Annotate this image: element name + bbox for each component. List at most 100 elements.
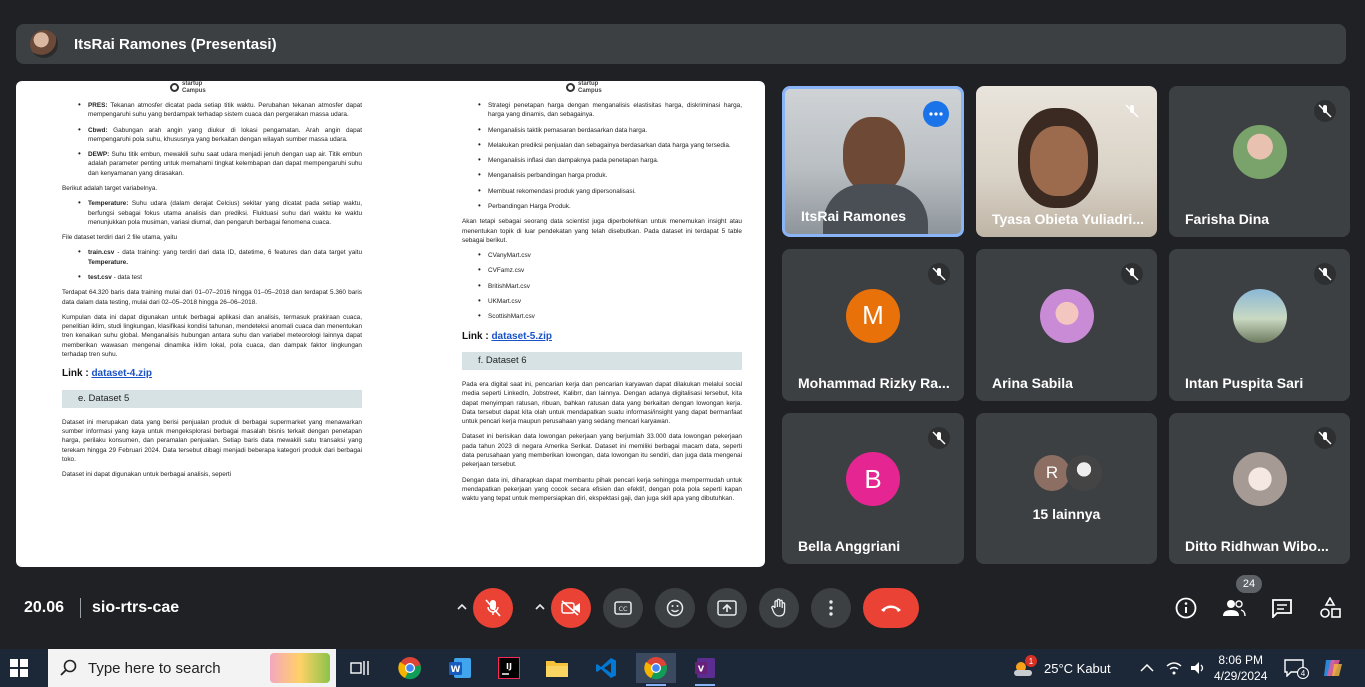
- participant-avatar: [1232, 125, 1287, 180]
- presentation-view[interactable]: startupCampus PRES: Tekanan atmosfer dic…: [16, 81, 765, 567]
- more-options-button[interactable]: [811, 588, 851, 628]
- participant-name: Intan Puspita Sari: [1185, 375, 1304, 391]
- mic-off-icon: [1121, 263, 1143, 285]
- svg-text:IJ: IJ: [506, 662, 512, 671]
- weather-widget[interactable]: 1 25°C Kabut: [1012, 649, 1111, 687]
- participant-tile[interactable]: M Mohammad Rizky Ra...: [782, 249, 964, 401]
- vscode-icon[interactable]: [586, 653, 626, 683]
- network-icon[interactable]: [1166, 649, 1182, 687]
- leave-call-button[interactable]: [863, 588, 919, 628]
- participant-tile[interactable]: Tyasa Obieta Yuliadri...: [976, 86, 1157, 237]
- dataset-4-link[interactable]: dataset-4.zip: [91, 368, 152, 379]
- paragraph: Dataset ini merupakan data yang berisi p…: [62, 418, 362, 463]
- meeting-details-button[interactable]: [1174, 596, 1198, 620]
- participant-count-badge: 24: [1236, 575, 1262, 593]
- participant-avatar: [1039, 288, 1094, 343]
- visual-studio-icon[interactable]: V: [685, 653, 725, 686]
- presenter-bar: ItsRai Ramones (Presentasi): [16, 24, 1346, 64]
- mic-off-icon: [1314, 263, 1336, 285]
- participant-avatar: [1232, 288, 1287, 343]
- people-button[interactable]: [1222, 596, 1246, 620]
- mic-off-icon: [485, 599, 501, 617]
- participant-avatar: [1232, 452, 1287, 507]
- paragraph: Dataset ini berisikan data lowongan peke…: [462, 433, 742, 469]
- activities-button[interactable]: [1318, 596, 1342, 620]
- search-highlight-image: [270, 653, 330, 683]
- people-icon: [1223, 600, 1246, 617]
- more-vert-icon: [829, 600, 833, 616]
- participant-name: Arina Sabila: [992, 375, 1073, 391]
- participant-name: Farisha Dina: [1185, 211, 1270, 227]
- list-item: Menganalisis inflasi dan dampaknya pada …: [462, 156, 742, 165]
- svg-text:CC: CC: [618, 605, 628, 613]
- svg-text:W: W: [451, 665, 461, 675]
- search-icon: [60, 659, 77, 676]
- dataset-link: Link : dataset-4.zip: [62, 368, 153, 380]
- copilot-icon[interactable]: [1322, 649, 1344, 687]
- participant-tile[interactable]: Farisha Dina: [1169, 86, 1350, 237]
- list-item: Temperature: Suhu udara (dalam derajat C…: [62, 199, 362, 227]
- weather-badge: 1: [1025, 655, 1037, 667]
- participant-name: Mohammad Rizky Ra...: [798, 375, 950, 391]
- mic-off-icon: [928, 263, 950, 285]
- camera-toggle-button[interactable]: [551, 588, 591, 628]
- chevron-up-icon[interactable]: [533, 600, 547, 614]
- meeting-code: sio-rtrs-cae: [92, 599, 180, 616]
- paragraph: Kumpulan data ini dapat digunakan untuk …: [62, 313, 362, 358]
- weather-text: 25°C Kabut: [1044, 660, 1111, 676]
- dataset-5-link[interactable]: dataset-5.zip: [491, 331, 552, 342]
- windows-start-icon[interactable]: [10, 659, 28, 682]
- volume-icon[interactable]: [1190, 649, 1206, 687]
- chrome-active-icon[interactable]: [636, 653, 676, 686]
- chevron-up-icon[interactable]: [455, 600, 469, 614]
- startup-campus-logo: startup Campus: [170, 81, 206, 94]
- list-item: train.csv - data training: yang terdiri …: [62, 248, 362, 267]
- meeting-controls-bar: 20.06 sio-rtrs-cae CC 24: [0, 572, 1365, 644]
- participant-name: Ditto Ridhwan Wibo...: [1185, 538, 1329, 554]
- windows-taskbar: Type here to search W IJ V 1 25°C Kabut …: [0, 649, 1365, 687]
- intellij-icon[interactable]: IJ: [489, 653, 529, 683]
- hand-icon: [771, 598, 786, 617]
- svg-text:V: V: [698, 665, 705, 674]
- dataset-link: Link : dataset-5.zip: [462, 330, 553, 342]
- file-explorer-icon[interactable]: [537, 653, 577, 683]
- chrome-icon[interactable]: [390, 653, 430, 683]
- participant-tile[interactable]: B Bella Anggriani: [782, 413, 964, 564]
- paragraph: Terdapat 64.320 baris data training mula…: [62, 289, 362, 306]
- logo-line1: startup: [578, 81, 599, 87]
- notifications-icon[interactable]: 4: [1284, 649, 1309, 687]
- word-icon[interactable]: W: [440, 653, 480, 683]
- raise-hand-button[interactable]: [759, 588, 799, 628]
- reactions-button[interactable]: [655, 588, 695, 628]
- captions-button[interactable]: CC: [603, 588, 643, 628]
- paragraph: Dataset ini dapat digunakan untuk berbag…: [62, 471, 232, 479]
- more-options-icon[interactable]: [923, 101, 949, 127]
- microphone-toggle-button[interactable]: [473, 588, 513, 628]
- show-hidden-icons[interactable]: [1140, 649, 1154, 687]
- chat-button[interactable]: [1270, 596, 1294, 620]
- file-item: UKMart.csv: [462, 297, 742, 306]
- system-clock[interactable]: 8:06 PM 4/29/2024: [1214, 649, 1267, 687]
- presenter-title: ItsRai Ramones (Presentasi): [74, 35, 277, 53]
- mic-off-icon: [1314, 100, 1336, 122]
- search-placeholder: Type here to search: [88, 659, 221, 677]
- list-item: PRES: Tekanan atmosfer dicatat pada seti…: [62, 101, 362, 120]
- taskbar-search-box[interactable]: Type here to search: [48, 649, 336, 687]
- participant-tile[interactable]: ItsRai Ramones: [782, 86, 964, 237]
- hang-up-icon: [881, 605, 901, 612]
- presenter-avatar: [30, 30, 58, 58]
- participant-avatar: M: [846, 288, 900, 343]
- paragraph: File dataset terdiri dari 2 file utama, …: [62, 234, 178, 242]
- list-item: DEWP: Suhu titik embun, mewakili suhu sa…: [62, 150, 362, 178]
- list-item: Perbandingan Harga Produk.: [462, 202, 742, 211]
- others-count: 15 lainnya: [1032, 506, 1101, 522]
- participant-name: Bella Anggriani: [798, 538, 901, 554]
- participant-tile[interactable]: Ditto Ridhwan Wibo...: [1169, 413, 1350, 564]
- task-view-icon[interactable]: [340, 653, 380, 683]
- present-screen-button[interactable]: [707, 588, 747, 628]
- participant-tile[interactable]: Intan Puspita Sari: [1169, 249, 1350, 401]
- file-item: CVFamz.csv: [462, 266, 742, 275]
- others-tile[interactable]: R 15 lainnya: [976, 413, 1157, 564]
- clock-time: 8:06 PM: [1218, 652, 1264, 667]
- participant-tile[interactable]: Arina Sabila: [976, 249, 1157, 401]
